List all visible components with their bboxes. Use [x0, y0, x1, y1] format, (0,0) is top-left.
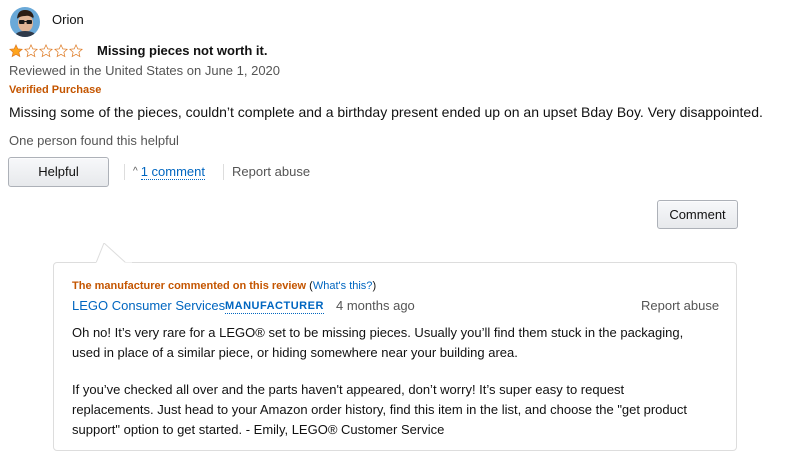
manufacturer-comment-paragraph-2: If you’ve checked all over and the parts… [72, 380, 687, 440]
comment-button[interactable]: Comment [657, 200, 738, 229]
review-body: Missing some of the pieces, couldn’t com… [9, 104, 763, 120]
comments-link-label: 1 comment [140, 163, 206, 180]
star-empty-icon [24, 44, 38, 58]
paren-open: ( [306, 280, 313, 292]
text-line: Oh no! It’s very rare for a LEGO® set to… [72, 325, 684, 340]
reviewer-name[interactable]: Orion [52, 12, 84, 27]
manufacturer-name-link[interactable]: LEGO Consumer Services [72, 298, 225, 313]
reviewer-avatar[interactable] [10, 7, 40, 37]
helpful-count: One person found this helpful [9, 133, 179, 148]
comment-timestamp: 4 months ago [336, 298, 415, 313]
manufacturer-badge[interactable]: MANUFACTURER [225, 300, 324, 314]
manufacturer-comment-paragraph-1: Oh no! It’s very rare for a LEGO® set to… [72, 323, 683, 363]
verified-purchase-badge[interactable]: Verified Purchase [9, 84, 101, 96]
star-empty-icon [39, 44, 53, 58]
star-empty-icon [54, 44, 68, 58]
paren-close: ) [372, 280, 377, 292]
star-filled-icon [9, 44, 23, 58]
star-empty-icon [69, 44, 83, 58]
caret-up-icon: ^ [133, 166, 138, 177]
manufacturer-comment-header: The manufacturer commented on this revie… [72, 280, 376, 292]
review-date: Reviewed in the United States on June 1,… [9, 63, 281, 78]
report-abuse-link[interactable]: Report abuse [223, 164, 310, 180]
text-line: used in place of a similar piece, or hid… [72, 345, 518, 360]
speech-bubble-notch [96, 243, 132, 264]
review-title[interactable]: Missing pieces not worth it. [97, 43, 267, 58]
text-line: support" option to get started. - Emily,… [72, 422, 445, 437]
avatar-icon [10, 7, 40, 37]
star-rating[interactable] [9, 44, 83, 58]
text-line: If you’ve checked all over and the parts… [72, 382, 625, 397]
whats-this-link[interactable]: What's this? [313, 280, 373, 292]
comments-toggle-link[interactable]: ^ 1 comment [124, 163, 206, 180]
manufacturer-header-text: The manufacturer commented on this revie… [72, 280, 307, 292]
helpful-button[interactable]: Helpful [8, 157, 109, 187]
text-line: replacements. Just head to your Amazon o… [72, 402, 687, 417]
comment-report-abuse-link[interactable]: Report abuse [641, 298, 719, 313]
